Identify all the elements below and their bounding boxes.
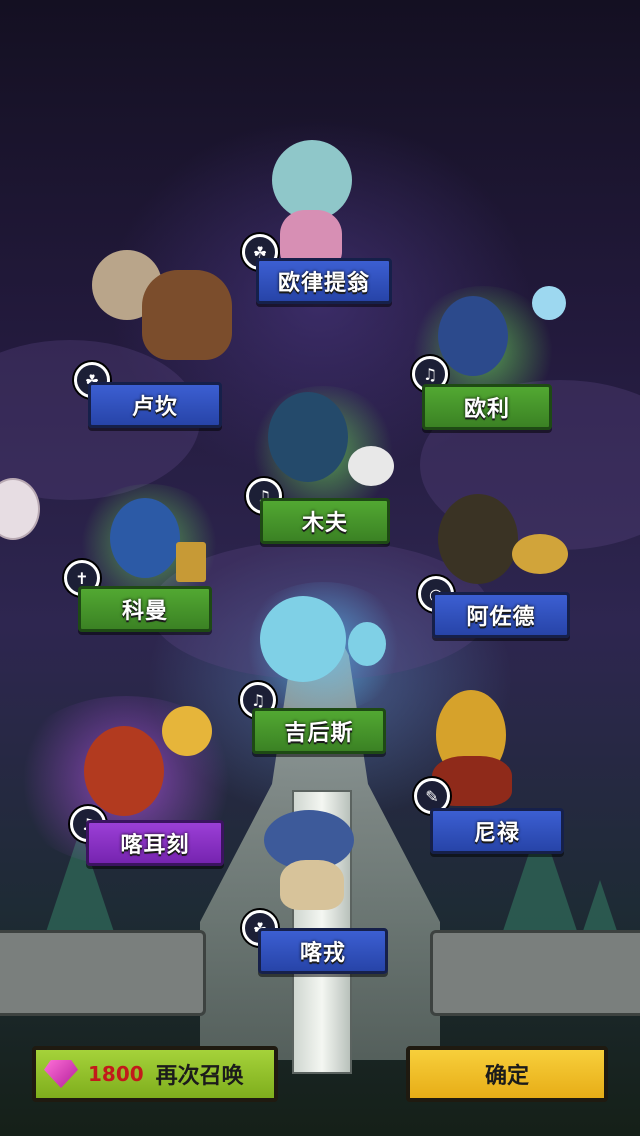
summon-cost: 1800 [88, 1062, 144, 1086]
hero-name-banner: 卢坎 [88, 382, 222, 428]
summon-again-button[interactable]: 1800 再次召唤 [32, 1046, 278, 1102]
confirm-label: 确定 [484, 1064, 529, 1089]
summon-again-label: 再次召唤 [155, 1064, 244, 1089]
gem-icon [44, 1060, 78, 1088]
hero-body [280, 860, 344, 910]
hero-sun-staff [162, 706, 212, 756]
hero-mount [142, 270, 232, 360]
hero-portrait [268, 392, 348, 482]
stone-wall-left [0, 930, 206, 1016]
hero-name-banner: 喀耳刻 [86, 820, 224, 866]
hero-skull-staff [348, 622, 386, 666]
hero-name-banner: 木夫 [260, 498, 390, 544]
hero-portrait [438, 494, 518, 584]
hero-name-banner: 欧律提翁 [256, 258, 392, 304]
hero-name-banner: 喀戎 [258, 928, 388, 974]
hero-name-banner: 欧利 [422, 384, 552, 430]
hero-name-banner: 科曼 [78, 586, 212, 632]
hero-staff [532, 286, 566, 320]
hero-portrait [110, 498, 180, 578]
hero-portrait [84, 726, 164, 816]
hero-portrait [438, 296, 508, 376]
summon-results-scene: ☘ 欧律提翁 ☘ 卢坎 ♫ 欧利 ♫ 木夫 ✝ 科曼 ◎ 阿佐德 [0, 0, 640, 1136]
hero-book [176, 542, 206, 582]
hero-name-banner: 吉后斯 [252, 708, 386, 754]
hero-paw [348, 446, 394, 486]
confirm-button[interactable]: 确定 [406, 1046, 608, 1102]
hero-portrait [260, 596, 346, 682]
stone-wall-right [430, 930, 640, 1016]
hero-weapon [512, 534, 568, 574]
hero-portrait [272, 140, 352, 220]
hero-name-banner: 阿佐德 [432, 592, 570, 638]
hero-name-banner: 尼禄 [430, 808, 564, 854]
